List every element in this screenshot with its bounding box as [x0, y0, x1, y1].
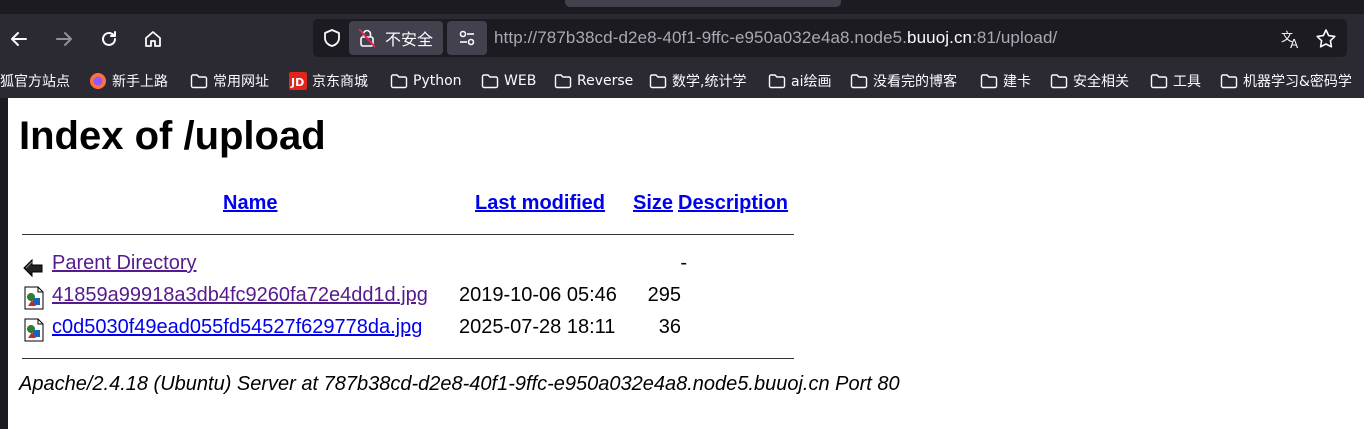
- divider: [22, 234, 794, 235]
- home-icon[interactable]: [138, 24, 168, 54]
- bookmark-item[interactable]: 狐官方站点: [0, 64, 70, 98]
- bookmark-item[interactable]: Python: [390, 64, 462, 98]
- bookmark-item[interactable]: 建卡: [980, 64, 1031, 98]
- bookmark-item[interactable]: 安全相关: [1050, 64, 1129, 98]
- url-domain: buuoj.cn: [907, 28, 973, 47]
- tracking-shield-icon[interactable]: [321, 27, 343, 49]
- bookmark-item[interactable]: 没看完的博客: [850, 64, 957, 98]
- back-icon[interactable]: [4, 24, 34, 54]
- column-header-name[interactable]: Name: [223, 192, 277, 215]
- bookmark-label: ai绘画: [791, 74, 832, 90]
- folder-icon: [649, 72, 667, 90]
- bookmark-label: Reverse: [577, 73, 634, 89]
- bookmark-label: 狐官方站点: [0, 74, 70, 90]
- folder-icon: [768, 72, 786, 90]
- insecure-lock-icon: [357, 28, 377, 48]
- bookmark-item[interactable]: JD 京东商城: [289, 64, 368, 98]
- bookmark-item[interactable]: 常用网址: [190, 64, 269, 98]
- folder-icon: [481, 72, 499, 90]
- file-date: 2025-07-28 18:11: [459, 316, 616, 338]
- bookmark-label: 没看完的博客: [873, 74, 957, 90]
- file-link[interactable]: 41859a99918a3db4fc9260fa72e4dd1d.jpg: [52, 284, 428, 307]
- file-link[interactable]: Parent Directory: [52, 252, 197, 275]
- window-edge: [0, 98, 8, 429]
- firefox-icon: [89, 72, 107, 90]
- bookmark-label: 安全相关: [1073, 74, 1129, 90]
- folder-icon: [980, 72, 998, 90]
- bookmark-item[interactable]: 工具: [1150, 64, 1201, 98]
- forward-icon[interactable]: [49, 24, 79, 54]
- connection-insecure-button[interactable]: 不安全: [349, 21, 443, 55]
- bookmark-item[interactable]: 新手上路: [89, 64, 168, 98]
- bookmark-label: 新手上路: [112, 74, 168, 90]
- column-header-size[interactable]: Size: [633, 192, 673, 215]
- bookmark-label: 数学,统计学: [672, 74, 747, 90]
- bookmark-label: 机器学习&密码学: [1243, 74, 1352, 90]
- file-size: 36: [658, 316, 681, 338]
- folder-icon: [390, 72, 408, 90]
- image-file-icon: [22, 318, 46, 342]
- active-tab[interactable]: [565, 0, 841, 7]
- back-arrow-icon: [22, 254, 46, 278]
- folder-icon: [190, 72, 208, 90]
- folder-icon: [554, 72, 572, 90]
- reload-icon[interactable]: [94, 24, 124, 54]
- folder-icon: [1150, 72, 1168, 90]
- file-date: 2019-10-06 05:46: [459, 284, 617, 306]
- bookmark-item[interactable]: Reverse: [554, 64, 633, 98]
- bookmarks-toolbar: 狐官方站点 新手上路 常用网址 JD 京东商城 Python WEB Revers…: [0, 64, 1364, 98]
- file-size: -: [680, 252, 687, 274]
- url-prefix: http://787b38cd-d2e8-40f1-9ffc-e950a032e…: [494, 28, 908, 47]
- tab-strip: [0, 0, 1364, 14]
- svg-text:JD: JD: [290, 76, 304, 89]
- jd-icon: JD: [289, 72, 307, 90]
- bookmark-item[interactable]: ai绘画: [768, 64, 831, 98]
- navigation-toolbar: 不安全 http://787b38cd-d2e8-40f1-9ffc-e950a…: [0, 14, 1364, 64]
- url-suffix: :81/upload/: [972, 28, 1058, 47]
- image-file-icon: [22, 286, 46, 310]
- bookmark-star-icon[interactable]: [1314, 27, 1338, 51]
- divider: [22, 358, 794, 359]
- bookmark-label: WEB: [504, 73, 537, 89]
- folder-icon: [850, 72, 868, 90]
- bookmark-item[interactable]: 机器学习&密码学: [1220, 64, 1352, 98]
- bookmark-label: Python: [413, 73, 462, 89]
- folder-icon: [1050, 72, 1068, 90]
- bookmark-label: 工具: [1173, 74, 1201, 90]
- file-link[interactable]: c0d5030f49ead055fd54527f629778da.jpg: [52, 316, 422, 339]
- bookmark-item[interactable]: 数学,统计学: [649, 64, 746, 98]
- page-content: Index of /upload Name Last modified Size…: [8, 98, 1364, 429]
- file-size: 295: [647, 284, 681, 306]
- insecure-label: 不安全: [385, 30, 434, 49]
- column-header-last-modified[interactable]: Last modified: [475, 192, 605, 215]
- folder-icon: [1220, 72, 1238, 90]
- bookmark-label: 京东商城: [312, 74, 368, 90]
- bookmark-item[interactable]: WEB: [481, 64, 536, 98]
- bookmark-label: 常用网址: [213, 74, 269, 90]
- bookmark-label: 建卡: [1003, 74, 1031, 90]
- server-signature: Apache/2.4.18 (Ubuntu) Server at 787b38c…: [19, 373, 900, 395]
- permissions-icon[interactable]: [447, 21, 487, 55]
- url-bar[interactable]: 不安全 http://787b38cd-d2e8-40f1-9ffc-e950a…: [313, 19, 1347, 57]
- svg-text:A: A: [1290, 37, 1299, 50]
- translate-icon[interactable]: 文A: [1279, 27, 1303, 51]
- column-header-description[interactable]: Description: [678, 192, 788, 215]
- page-title: Index of /upload: [19, 114, 326, 158]
- url-text[interactable]: http://787b38cd-d2e8-40f1-9ffc-e950a032e…: [494, 28, 1057, 48]
